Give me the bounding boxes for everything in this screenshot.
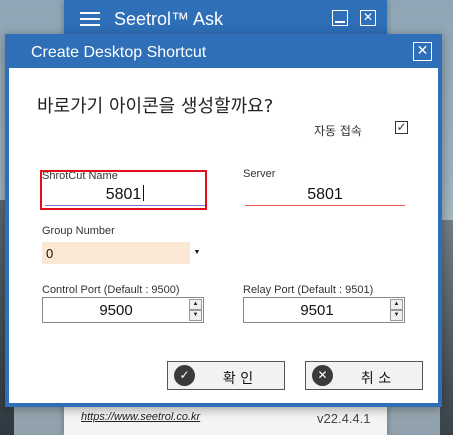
relay-port-label: Relay Port (Default : 9501) — [243, 284, 374, 296]
hamburger-menu-icon[interactable] — [80, 12, 100, 26]
control-port-up-icon[interactable]: ▲ — [189, 299, 202, 310]
dialog-body: 바로가기 아이콘을 생성할까요? 자동 접속 ✓ ShrotCut Name 5… — [9, 68, 438, 403]
seetrol-window-title: Seetrol™ Ask — [114, 9, 224, 29]
group-number-value: 0 — [46, 246, 54, 261]
group-number-label: Group Number — [42, 225, 115, 237]
relay-port-down-icon[interactable]: ▼ — [390, 310, 403, 321]
shortcut-name-input[interactable]: 5801 — [45, 185, 205, 206]
ok-button-label: 확 인 — [222, 371, 254, 387]
relay-port-value[interactable]: 9501 — [244, 302, 390, 319]
relay-port-stepper[interactable]: 9501 ▲ ▼ — [243, 297, 405, 323]
website-link[interactable]: https://www.seetrol.co.kr — [81, 411, 200, 423]
text-caret — [143, 185, 145, 201]
question-text: 바로가기 아이콘을 생성할까요? — [37, 96, 274, 117]
minimize-button[interactable] — [332, 10, 348, 26]
server-label: Server — [243, 168, 276, 180]
auto-connect-checkbox[interactable]: ✓ — [395, 121, 408, 134]
seetrol-close-button[interactable]: ✕ — [360, 10, 376, 26]
control-port-stepper[interactable]: 9500 ▲ ▼ — [42, 297, 204, 323]
control-port-label: Control Port (Default : 9500) — [42, 284, 180, 296]
create-shortcut-dialog: Create Desktop Shortcut ✕ 바로가기 아이콘을 생성할까… — [5, 34, 442, 407]
group-number-select[interactable]: 0 ▼ — [42, 242, 204, 264]
server-input[interactable]: 5801 — [245, 186, 405, 206]
dialog-close-button[interactable]: ✕ — [413, 42, 432, 61]
shortcut-name-value: 5801 — [105, 186, 142, 203]
control-port-down-icon[interactable]: ▼ — [189, 310, 202, 321]
dropdown-arrow-icon[interactable]: ▼ — [190, 242, 204, 264]
seetrol-titlebar: Seetrol™ Ask ✕ — [64, 0, 387, 38]
cancel-button[interactable]: ✕ 취 소 — [305, 361, 423, 390]
relay-port-up-icon[interactable]: ▲ — [390, 299, 403, 310]
ok-button[interactable]: ✓ 확 인 — [167, 361, 285, 390]
control-port-value[interactable]: 9500 — [43, 302, 189, 319]
cancel-icon: ✕ — [312, 365, 333, 386]
cancel-button-label: 취 소 — [360, 371, 392, 387]
dialog-title: Create Desktop Shortcut — [31, 44, 207, 61]
version-label: v22.4.4.1 — [317, 411, 371, 426]
auto-connect-label: 자동 접속 — [314, 124, 362, 138]
check-icon: ✓ — [174, 365, 195, 386]
